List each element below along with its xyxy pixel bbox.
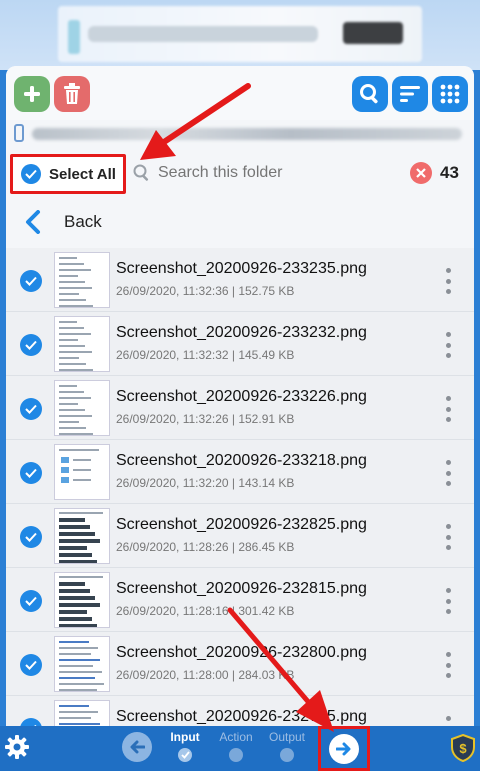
file-name: Screenshot_20200926-232815.png <box>116 580 367 597</box>
more-options-icon[interactable] <box>442 588 454 614</box>
next-step-button[interactable] <box>318 726 370 771</box>
gear-icon[interactable] <box>4 734 30 760</box>
grid-icon <box>440 84 460 104</box>
chevron-left-icon <box>26 210 40 234</box>
file-name: Screenshot_20200926-233226.png <box>116 388 367 405</box>
sort-icon <box>400 86 420 102</box>
more-options-icon[interactable] <box>442 716 454 726</box>
check-icon <box>21 164 41 184</box>
ad-area <box>0 0 480 70</box>
bottom-bar: Input Action Output $ <box>0 726 480 771</box>
selected-count: 43 <box>440 163 459 182</box>
file-row[interactable]: Screenshot_20200926-233226.png 26/09/2020… <box>6 376 474 440</box>
file-list: Screenshot_20200926-233235.png 26/09/2020… <box>6 248 474 726</box>
search-button[interactable] <box>352 76 388 112</box>
search-icon <box>360 84 378 104</box>
shield-dollar-icon[interactable]: $ <box>450 734 476 762</box>
check-icon[interactable] <box>20 718 42 726</box>
more-options-icon[interactable] <box>442 524 454 550</box>
check-icon[interactable] <box>20 462 42 484</box>
folder-search[interactable] <box>132 156 412 190</box>
file-thumbnail <box>54 508 110 564</box>
file-row[interactable]: Screenshot_20200926-233235.png 26/09/2020… <box>6 248 474 312</box>
file-meta: 26/09/2020, 11:28:00 | 284.03 KB <box>116 668 295 682</box>
file-thumbnail <box>54 444 110 500</box>
file-name: Screenshot_20200926-233235.png <box>116 260 367 277</box>
ad-banner[interactable] <box>58 6 422 62</box>
file-row[interactable]: Screenshot_20200926-233218.png 26/09/2020… <box>6 440 474 504</box>
file-name: Screenshot_20200926-232825.png <box>116 516 367 533</box>
step-dot <box>229 748 243 762</box>
step-input[interactable]: Input <box>160 730 210 762</box>
file-meta: 26/09/2020, 11:32:36 | 152.75 KB <box>116 284 295 298</box>
file-meta: 26/09/2020, 11:32:32 | 145.49 KB <box>116 348 295 362</box>
file-meta: 26/09/2020, 11:32:20 | 143.14 KB <box>116 476 295 490</box>
close-icon <box>416 168 426 178</box>
more-options-icon[interactable] <box>442 268 454 294</box>
add-button[interactable] <box>14 76 50 112</box>
file-name: Screenshot_20200926-232800.png <box>116 644 367 661</box>
file-name: Screenshot_20200926-233218.png <box>116 452 367 469</box>
arrow-left-icon <box>130 740 145 754</box>
arrow-right-icon <box>336 742 351 755</box>
more-options-icon[interactable] <box>442 396 454 422</box>
select-all-button[interactable]: Select All <box>10 154 126 194</box>
search-icon <box>133 164 149 181</box>
more-options-icon[interactable] <box>442 332 454 358</box>
toolbar <box>6 66 474 120</box>
check-icon[interactable] <box>20 334 42 356</box>
file-meta: 26/09/2020, 11:32:26 | 152.91 KB <box>116 412 295 426</box>
file-meta: 26/09/2020, 11:28:26 | 286.45 KB <box>116 540 295 554</box>
plus-icon <box>24 86 40 102</box>
file-row[interactable]: Screenshot_20200926-232815.png 26/09/2020… <box>6 568 474 632</box>
more-options-icon[interactable] <box>442 652 454 678</box>
check-icon[interactable] <box>20 526 42 548</box>
back-button[interactable]: Back <box>6 200 474 244</box>
step-dot <box>280 748 294 762</box>
trash-icon <box>64 83 80 104</box>
file-row[interactable]: Screenshot_20200926-233232.png 26/09/2020… <box>6 312 474 376</box>
breadcrumb[interactable] <box>6 120 474 150</box>
file-thumbnail <box>54 252 110 308</box>
file-row[interactable]: Screenshot_20200926-232825.png 26/09/2020… <box>6 504 474 568</box>
file-thumbnail <box>54 700 110 726</box>
file-thumbnail <box>54 316 110 372</box>
back-label: Back <box>64 212 102 231</box>
selection-bar: Select All 43 <box>6 152 474 196</box>
file-meta: 26/09/2020, 11:28:16 | 301.42 KB <box>116 604 295 618</box>
sort-button[interactable] <box>392 76 428 112</box>
file-thumbnail <box>54 380 110 436</box>
file-browser-panel: Select All 43 Back Screenshot_20200926-2… <box>6 66 474 726</box>
file-thumbnail <box>54 636 110 692</box>
previous-step-button[interactable] <box>122 732 152 762</box>
svg-text:$: $ <box>459 741 467 756</box>
blurred-path <box>32 128 462 140</box>
step-action[interactable]: Action <box>211 730 261 762</box>
check-icon[interactable] <box>20 398 42 420</box>
check-icon <box>178 748 192 762</box>
select-all-label: Select All <box>49 165 116 183</box>
grid-view-button[interactable] <box>432 76 468 112</box>
file-thumbnail <box>54 572 110 628</box>
check-icon[interactable] <box>20 590 42 612</box>
step-output[interactable]: Output <box>262 730 312 762</box>
phone-icon <box>14 124 24 142</box>
clear-selection-button[interactable] <box>410 162 432 184</box>
delete-button[interactable] <box>54 76 90 112</box>
file-name: Screenshot_20200926-233232.png <box>116 324 367 341</box>
more-options-icon[interactable] <box>442 460 454 486</box>
file-row[interactable]: Screenshot_20200926-232745.png <box>6 696 474 726</box>
file-row[interactable]: Screenshot_20200926-232800.png 26/09/2020… <box>6 632 474 696</box>
search-input[interactable] <box>158 164 398 182</box>
file-name: Screenshot_20200926-232745.png <box>116 708 367 725</box>
check-icon[interactable] <box>20 654 42 676</box>
check-icon[interactable] <box>20 270 42 292</box>
